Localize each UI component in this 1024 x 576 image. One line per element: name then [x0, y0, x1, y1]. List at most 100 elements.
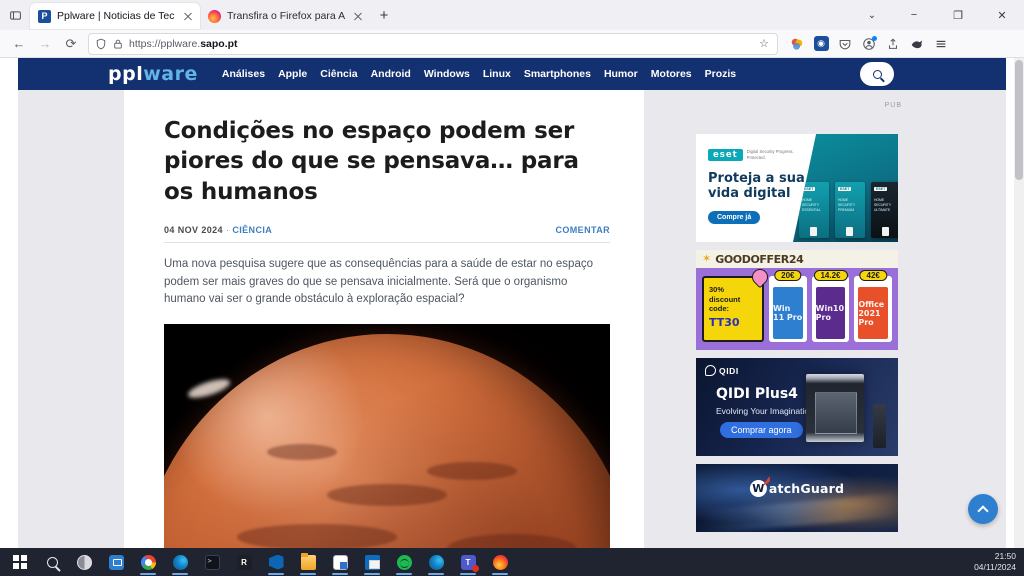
chrome-button[interactable] [132, 548, 164, 576]
app-menu-icon[interactable] [930, 33, 952, 55]
nav-item-prozis[interactable]: Prozis [705, 68, 737, 80]
back-button[interactable]: ← [6, 32, 32, 56]
new-tab-button[interactable]: + [370, 2, 398, 28]
bookmark-star-icon[interactable]: ☆ [757, 37, 771, 50]
terminal-icon [204, 554, 220, 570]
ad-goodoffer24[interactable]: ✶ GOODOFFER24 30% discount code: TT30 20… [696, 250, 898, 350]
tracking-protection-shield-icon[interactable] [95, 38, 107, 50]
eset-tagline: Digital Security Progress. Protected. [746, 149, 794, 160]
surface-feature [237, 524, 398, 548]
padlock-icon[interactable] [112, 38, 124, 50]
firefox-button[interactable] [484, 548, 516, 576]
spotify-button[interactable] [388, 548, 420, 576]
system-tray: 21:50 04/11/2024 [974, 551, 1024, 574]
outlook-icon [364, 554, 380, 570]
list-all-tabs-icon[interactable] [0, 0, 30, 30]
chrome-icon [140, 554, 156, 570]
site-search-button[interactable] [860, 62, 894, 86]
nav-item-humor[interactable]: Humor [604, 68, 638, 80]
forward-button[interactable]: → [32, 32, 58, 56]
browser-tab-pplware[interactable]: Pplware | Noticias de Tecnolog [30, 3, 200, 29]
outlook-button[interactable] [356, 548, 388, 576]
eset-cta-button[interactable]: Compre já [708, 210, 761, 224]
page-scrollbar[interactable] [1014, 58, 1024, 548]
eset-logo: eset Digital Security Progress. Protecte… [708, 149, 805, 161]
item-price: 14.2€ [813, 270, 848, 281]
printer-tower-image [873, 404, 886, 448]
nav-item-android[interactable]: Android [371, 68, 411, 80]
left-margin [18, 90, 124, 548]
article-category-link[interactable]: CIÊNCIA [232, 225, 272, 235]
save-to-pocket-icon[interactable] [882, 33, 904, 55]
pub-label: PUB [884, 102, 902, 109]
nav-item-ciencia[interactable]: Ciência [320, 68, 357, 80]
tab-overflow-chevron-icon[interactable]: ⌄ [852, 0, 892, 30]
browser-tab-firefox-android[interactable]: Transfira o Firefox para Androi [200, 3, 370, 29]
qidi-brand: QIDI [719, 365, 739, 376]
edge-button[interactable] [164, 548, 196, 576]
teams-badge [472, 565, 479, 572]
scroll-to-top-button[interactable] [968, 494, 998, 524]
ad-qidi[interactable]: QIDI QIDI Plus4 Evolving Your Imaginatio… [696, 358, 898, 456]
item-name: Office 2021 Pro [858, 287, 889, 339]
goodoffer-item[interactable]: 20€ Win 11 Pro [769, 270, 807, 342]
surface-feature [327, 484, 448, 507]
clock-time: 21:50 [994, 550, 1016, 561]
close-icon[interactable] [181, 10, 194, 23]
explorer-button[interactable] [292, 548, 324, 576]
item-name: Win 11 Pro [773, 287, 803, 339]
close-window-button[interactable]: ✕ [980, 0, 1024, 30]
vscode-button[interactable] [260, 548, 292, 576]
nav-item-linux[interactable]: Linux [483, 68, 511, 80]
maximize-button[interactable]: ❐ [936, 0, 980, 30]
browser-toolbar-icons: ◉ [786, 33, 952, 55]
edge-two-button[interactable] [420, 548, 452, 576]
ad-eset[interactable]: ESET HOME SECURITY ESSENTIAL ESET HOME S… [696, 134, 898, 242]
extension-boxed-blue-icon[interactable]: ◉ [810, 33, 832, 55]
pocket-icon[interactable] [834, 33, 856, 55]
nav-item-apple[interactable]: Apple [278, 68, 307, 80]
goodoffer-item[interactable]: 42€ Office 2021 Pro [854, 270, 893, 342]
terminal-button[interactable] [196, 548, 228, 576]
scrollbar-thumb[interactable] [1015, 60, 1023, 180]
goodoffer-mark-icon: ✶ [702, 252, 712, 265]
qidi-logo: QIDI [705, 365, 739, 376]
search-button[interactable] [36, 548, 68, 576]
document-button[interactable] [324, 548, 356, 576]
remote-app-button[interactable] [228, 548, 260, 576]
account-notification-badge [872, 35, 877, 41]
qidi-cta-button[interactable]: Comprar agora [720, 422, 803, 438]
account-avatar-icon[interactable] [858, 33, 880, 55]
extension-colorful-icon[interactable] [786, 33, 808, 55]
goodoffer-coupon: 30% discount code: TT30 [702, 265, 772, 342]
reload-button[interactable]: ⟳ [58, 32, 84, 56]
close-icon[interactable] [351, 10, 364, 23]
printer-image [806, 374, 864, 442]
minimize-button[interactable]: − [892, 0, 936, 30]
article-lede: Uma nova pesquisa sugere que as consequê… [164, 258, 593, 306]
goodoffer-item[interactable]: 14.2€ Win10 Pro [811, 270, 850, 342]
start-button[interactable] [4, 548, 36, 576]
chat-button[interactable] [100, 548, 132, 576]
url-bar[interactable]: https://pplware.sapo.pt ☆ [88, 32, 778, 55]
spotify-icon [396, 554, 412, 570]
page-viewport: pplware Análises Apple Ciência Android W… [0, 58, 1024, 548]
firefox-icon [492, 554, 508, 570]
cortana-button[interactable] [68, 548, 100, 576]
watchguard-name: atchGuard [768, 481, 845, 496]
site-logo[interactable]: pplware [108, 64, 198, 84]
nav-item-analises[interactable]: Análises [222, 68, 265, 80]
eset-box-logo [845, 227, 853, 236]
teams-button[interactable] [452, 548, 484, 576]
nav-item-motores[interactable]: Motores [651, 68, 692, 80]
item-price: 20€ [774, 270, 802, 281]
comment-link[interactable]: COMENTAR [555, 225, 610, 235]
eset-box-logo [809, 227, 817, 236]
nav-item-windows[interactable]: Windows [424, 68, 470, 80]
ad-watchguard[interactable]: W atchGuard [696, 464, 898, 532]
firefox-favicon-icon [208, 9, 221, 23]
extension-dark-icon[interactable] [906, 33, 928, 55]
nav-item-smartphones[interactable]: Smartphones [524, 68, 591, 80]
taskbar-clock[interactable]: 21:50 04/11/2024 [974, 551, 1016, 574]
website-body: pplware Análises Apple Ciência Android W… [18, 58, 1006, 548]
